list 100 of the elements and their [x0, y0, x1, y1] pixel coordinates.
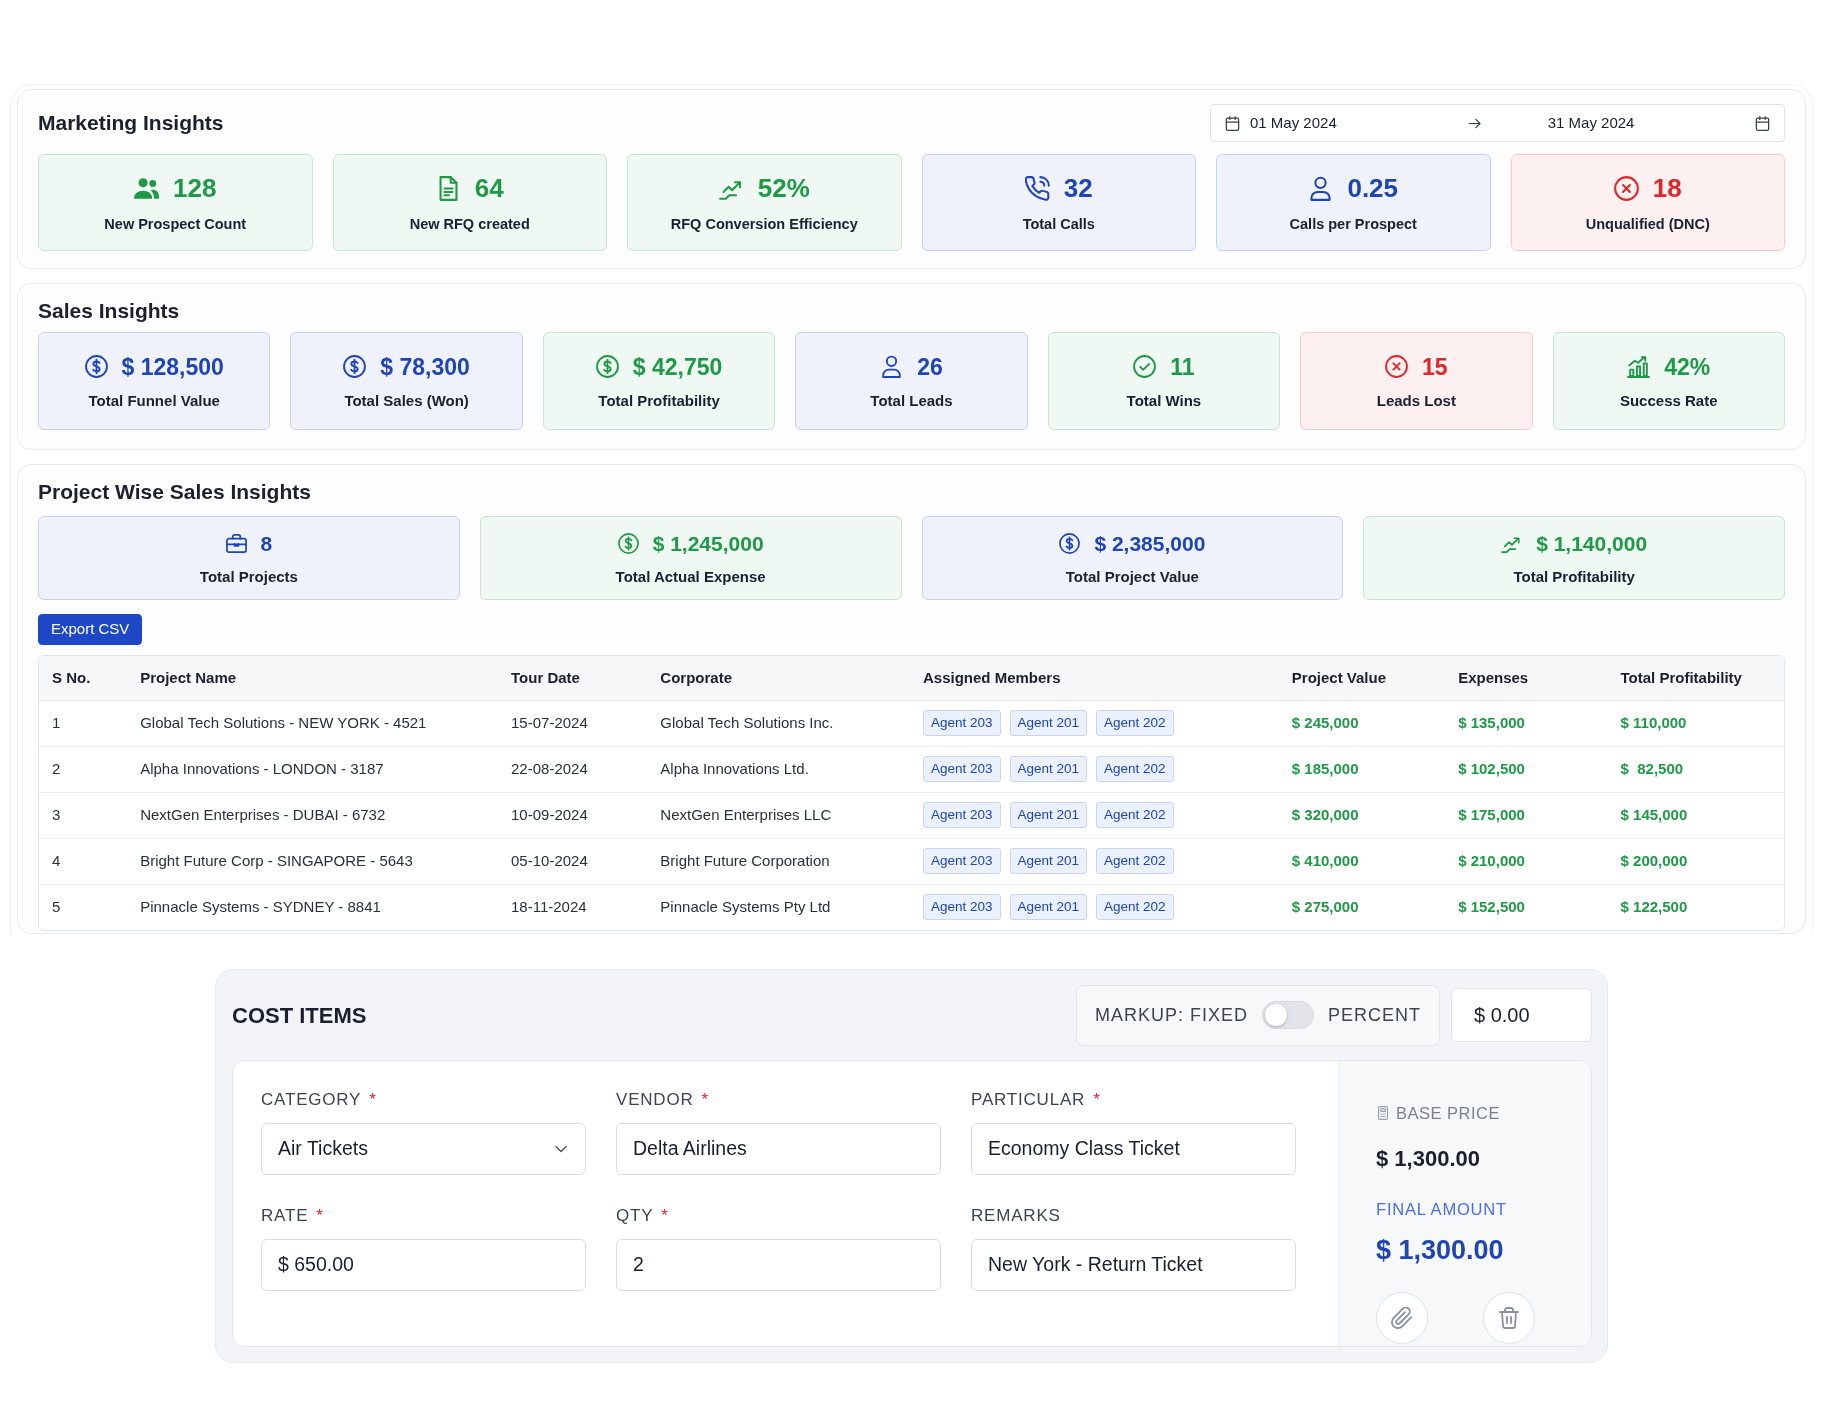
- dollar-circle-icon: [343, 355, 367, 379]
- start-date[interactable]: 01 May 2024: [1250, 111, 1337, 135]
- person-icon: [1308, 176, 1334, 202]
- section-title: Project Wise Sales Insights: [38, 479, 311, 505]
- required-mark: *: [661, 1205, 668, 1228]
- briefcase-icon: [225, 533, 247, 555]
- required-mark: *: [701, 1089, 709, 1112]
- member-tag: Agent 202: [1096, 710, 1174, 736]
- required-mark: *: [316, 1205, 323, 1228]
- metric-value: $ 1,245,000: [652, 531, 764, 557]
- calculator-icon: [1376, 1106, 1390, 1121]
- metric-label: Total Wins: [1126, 391, 1202, 411]
- table-cell: $ 410,000: [1278, 838, 1446, 884]
- member-tag: Agent 203: [922, 894, 1001, 921]
- field-label: RATE: [261, 1205, 309, 1228]
- base-price-value: $ 1,300.00: [1376, 1144, 1481, 1173]
- metric-value: 15: [1422, 352, 1448, 382]
- required-mark: *: [369, 1089, 376, 1112]
- metric-value: $ 42,750: [632, 352, 723, 382]
- metric-label: New RFQ created: [409, 215, 530, 235]
- member-tag: Agent 202: [1096, 756, 1174, 782]
- table-cell: 18-11-2024: [498, 884, 648, 930]
- table-cell: $ 185,000: [1278, 746, 1446, 792]
- metric-label: Total Profitability: [1513, 566, 1635, 587]
- member-tag: Agent 201: [1009, 710, 1088, 736]
- metric-value: 0.25: [1347, 172, 1399, 206]
- paperclip-icon: [1391, 1307, 1413, 1329]
- dollar-circle-icon: [1059, 533, 1081, 555]
- metric-value: 11: [1170, 352, 1195, 382]
- input-field[interactable]: Economy Class Ticket: [971, 1123, 1296, 1175]
- table-cell: $ 145,000: [1607, 792, 1784, 838]
- column-header: Tour Date: [498, 656, 648, 700]
- dollar-circle-icon: [84, 355, 108, 379]
- table-cell: $ 122,500: [1607, 884, 1784, 930]
- base-price-label: BASE PRICE: [1396, 1103, 1501, 1124]
- metric-label: Total Calls: [1022, 215, 1095, 235]
- metric-value: $ 1,140,000: [1536, 531, 1648, 557]
- input-field[interactable]: New York - Return Ticket: [971, 1239, 1296, 1291]
- table-cell: Alpha Innovations Ltd.: [647, 746, 910, 792]
- table-cell: 5: [39, 884, 128, 930]
- member-tag: Agent 201: [1009, 802, 1088, 828]
- column-header: Corporate: [647, 656, 910, 700]
- table-cell: $ 320,000: [1278, 792, 1446, 838]
- x-circle-icon: [1385, 355, 1408, 379]
- member-tag: Agent 203: [922, 756, 1001, 782]
- table-cell: $ 82,500: [1607, 746, 1784, 792]
- input-field[interactable]: $ 650.00: [261, 1239, 586, 1291]
- member-tag: Agent 201: [1009, 756, 1088, 782]
- column-header: Expenses: [1445, 656, 1608, 700]
- field-label: QTY: [616, 1205, 654, 1228]
- table-cell: 4: [39, 838, 128, 884]
- end-date[interactable]: 31 May 2024: [1547, 111, 1635, 135]
- field-label: REMARKS: [971, 1205, 1061, 1228]
- markup-value-field[interactable]: $ 0.00: [1451, 988, 1592, 1042]
- member-tag: Agent 201: [1009, 848, 1088, 874]
- member-tag: Agent 203: [922, 802, 1001, 828]
- metric-label: Success Rate: [1619, 391, 1718, 411]
- table-cell: NextGen Enterprises - DUBAI - 6732: [127, 792, 499, 838]
- attach-button[interactable]: [1376, 1292, 1428, 1344]
- metric-label: Total Projects: [199, 566, 298, 587]
- table-cell: 1: [39, 700, 128, 746]
- table-cell: NextGen Enterprises LLC: [647, 792, 910, 838]
- table-cell: $ 110,000: [1607, 700, 1784, 746]
- field-label: CATEGORY: [261, 1089, 362, 1112]
- table-cell: 22-08-2024: [498, 746, 648, 792]
- table-cell: $ 102,500: [1445, 746, 1608, 792]
- input-field[interactable]: Delta Airlines: [616, 1123, 941, 1175]
- markup-toggle[interactable]: [1262, 1001, 1314, 1029]
- metric-value: 128: [173, 172, 217, 206]
- export-csv-button[interactable]: Export CSV: [38, 614, 143, 645]
- x-circle-icon: [1613, 176, 1639, 202]
- metric-value: $ 128,500: [121, 352, 224, 382]
- metric-label: Total Leads: [870, 391, 953, 411]
- bar-chart-icon: [1627, 355, 1651, 379]
- input-field[interactable]: 2: [616, 1239, 941, 1291]
- table-cell: Pinnacle Systems Pty Ltd: [647, 884, 910, 930]
- metric-value: 64: [474, 172, 504, 206]
- table-cell: 3: [39, 792, 128, 838]
- people-icon: [134, 176, 160, 202]
- select-value: Air Tickets: [278, 1136, 368, 1162]
- column-header: Project Name: [127, 656, 499, 700]
- table-cell: $ 152,500: [1445, 884, 1608, 930]
- metric-value: $ 78,300: [380, 352, 470, 382]
- section-title: Sales Insights: [38, 298, 180, 324]
- trash-icon: [1498, 1307, 1520, 1329]
- category-select[interactable]: Air Tickets: [261, 1123, 586, 1175]
- panel-title: COST ITEMS: [232, 1001, 367, 1030]
- markup-fixed-label: MARKUP: FIXED: [1094, 1003, 1248, 1027]
- delete-button[interactable]: [1483, 1292, 1535, 1344]
- required-mark: *: [1093, 1089, 1100, 1112]
- metric-value: 8: [260, 531, 273, 557]
- member-tag: Agent 202: [1096, 894, 1174, 921]
- dollar-circle-icon: [617, 533, 639, 555]
- metric-value: 52%: [757, 172, 810, 206]
- date-range-picker[interactable]: 01 May 2024 31 May 2024: [1210, 104, 1785, 142]
- member-tag: Agent 203: [922, 710, 1001, 736]
- metric-value: 26: [917, 352, 943, 382]
- table-cell: $ 275,000: [1278, 884, 1446, 930]
- metric-value: 18: [1652, 172, 1682, 206]
- table-cell: $ 175,000: [1445, 792, 1608, 838]
